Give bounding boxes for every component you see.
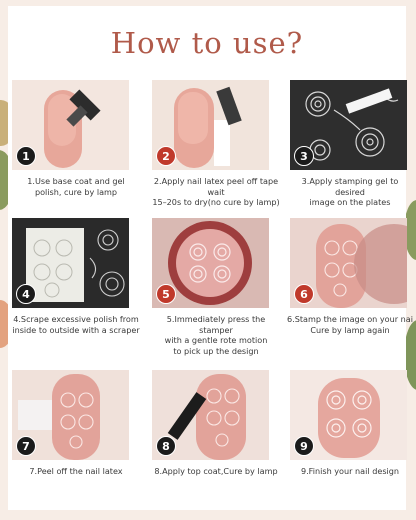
page-title: How to use? <box>110 26 304 60</box>
step-5: 5 5.Immediately press the stamper with a … <box>144 218 272 356</box>
step-1-caption: 1.Use base coat and gel polish, cure by l… <box>27 176 125 197</box>
step-4-number-badge: 4 <box>16 284 36 304</box>
step-1-number-badge: 1 <box>16 146 36 166</box>
step-3-caption: 3.Apply stamping gel to desired image on … <box>301 176 399 207</box>
step-5-number-badge: 5 <box>156 284 176 304</box>
step-5-caption: 5.Immediately press the stamper with a ge… <box>164 314 268 356</box>
step-8-caption: 8.Apply top coat,Cure by lamp <box>154 466 278 476</box>
step-2-photo: 2 <box>152 80 269 170</box>
step-8-photo: 8 <box>152 370 269 460</box>
step-4: 4 4.Scrape excessive polish from inside t… <box>12 218 140 335</box>
instruction-card: How to use? 1 1.Use base coat and gel pol… <box>8 6 413 510</box>
step-4-caption: 4.Scrape excessive polish from inside to … <box>12 314 140 335</box>
step-1: 1 1.Use base coat and gel polish, cure by… <box>12 80 140 197</box>
step-9-photo: 9 <box>290 370 407 460</box>
step-9-caption: 9.Finish your nail design <box>300 466 400 476</box>
step-7: 7 7.Peel off the nail latex <box>12 370 140 477</box>
step-7-number-badge: 7 <box>16 436 36 456</box>
step-6: 6 6.Stamp the image on your nai Cure by l… <box>274 218 413 335</box>
step-8: 8 8.Apply top coat,Cure by lamp <box>144 370 278 477</box>
step-1-photo: 1 <box>12 80 129 170</box>
step-3: 3 3.Apply stamping gel to desired image o… <box>274 80 407 208</box>
step-8-number-badge: 8 <box>156 436 176 456</box>
step-9-number-badge: 9 <box>294 436 314 456</box>
step-7-caption: 7.Peel off the nail latex <box>29 466 123 476</box>
step-3-photo: 3 <box>290 80 407 170</box>
step-6-number-badge: 6 <box>294 284 314 304</box>
step-3-number-badge: 3 <box>294 146 314 166</box>
step-6-photo: 6 <box>290 218 407 308</box>
step-2: 2 2.Apply nail latex peel off tape wait 1… <box>144 80 280 208</box>
step-6-caption: 6.Stamp the image on your nai Cure by lam… <box>287 314 413 335</box>
step-7-photo: 7 <box>12 370 129 460</box>
step-9: 9 9.Finish your nail design <box>274 370 407 477</box>
step-2-caption: 2.Apply nail latex peel off tape wait 15–… <box>152 176 280 207</box>
step-5-photo: 5 <box>152 218 269 308</box>
step-2-number-badge: 2 <box>156 146 176 166</box>
step-4-photo: 4 <box>12 218 129 308</box>
